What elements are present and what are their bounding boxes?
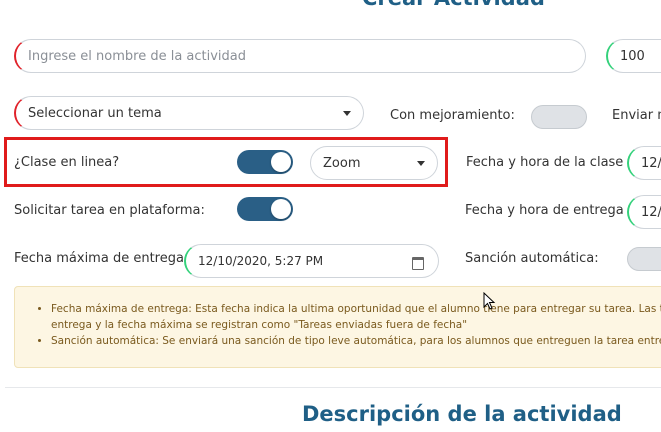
notice-item: Fecha máxima de entrega: Esta fecha indi… (51, 301, 661, 333)
notice-text: Fecha máxima de entrega: Esta fecha indi… (51, 303, 661, 315)
topic-select-value: Seleccionar un tema (28, 105, 162, 121)
info-notice: Fecha máxima de entrega: Esta fecha indi… (14, 286, 661, 368)
notice-item: Sanción automática: Se enviará una sanci… (51, 333, 661, 349)
max-delivery-date-input[interactable]: 12/10/2020, 5:27 PM (184, 244, 439, 278)
highlight-box (4, 137, 448, 187)
notice-text: Sanción automática: Se enviará una sanci… (51, 335, 661, 347)
max-delivery-date-label: Fecha máxima de entrega (14, 251, 184, 266)
score-input[interactable]: 100 (606, 39, 661, 73)
class-datetime-label: Fecha y hora de la clase (466, 155, 624, 170)
calendar-icon[interactable] (412, 257, 424, 270)
delivery-datetime-value: 12/ (641, 204, 661, 220)
chevron-down-icon (343, 111, 351, 116)
delivery-datetime-label: Fecha y hora de entrega (465, 203, 624, 218)
section-title: Descripción de la actividad (302, 402, 622, 426)
request-task-label: Solicitar tarea en plataforma: (14, 203, 205, 218)
request-task-toggle[interactable] (237, 197, 293, 221)
activity-name-placeholder: Ingrese el nombre de la actividad (28, 48, 247, 64)
activity-name-input[interactable]: Ingrese el nombre de la actividad (14, 39, 586, 73)
send-partial-label: Enviar m (612, 108, 661, 123)
with-improvement-toggle[interactable] (531, 105, 587, 129)
page-title: Crear Actividad (362, 0, 545, 10)
divider (5, 387, 661, 388)
class-datetime-value: 12/ (641, 155, 661, 171)
notice-text: entrega y la fecha máxima se registran c… (51, 319, 468, 331)
auto-sanction-label: Sanción automática: (465, 251, 599, 266)
toggle-knob (271, 199, 291, 219)
auto-sanction-toggle[interactable] (627, 247, 661, 271)
delivery-datetime-input[interactable]: 12/ (627, 195, 661, 229)
mouse-cursor-icon (483, 292, 496, 310)
topic-select[interactable]: Seleccionar un tema (14, 96, 364, 130)
with-improvement-label: Con mejoramiento: (390, 108, 515, 123)
max-delivery-date-value: 12/10/2020, 5:27 PM (198, 254, 324, 268)
class-datetime-input[interactable]: 12/ (627, 146, 661, 180)
score-value: 100 (620, 48, 645, 64)
